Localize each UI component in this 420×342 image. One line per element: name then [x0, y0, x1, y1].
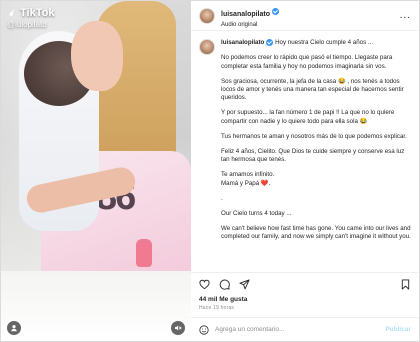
avatar[interactable]	[199, 7, 215, 24]
caption-username[interactable]: luisanalopilato	[221, 39, 264, 46]
comment-icon[interactable]	[219, 279, 230, 290]
tiktok-icon	[9, 9, 14, 16]
user-icon	[11, 325, 17, 332]
bottle-shape	[136, 239, 152, 267]
caption-verified-icon	[266, 39, 274, 46]
comment-bar: Agrega un comentario... Publicar	[191, 317, 419, 341]
caption-text: luisanalopilato Hoy nuestra Cielo cumple…	[221, 39, 411, 249]
caption-paragraph: No podemos creer lo rápido que pasó el t…	[221, 54, 393, 70]
emoji-icon[interactable]	[199, 324, 209, 335]
tiktok-watermark: TikTok @lulopilato	[7, 7, 54, 29]
face-shape	[71, 21, 123, 91]
header-username[interactable]: luisanalopilato	[221, 11, 270, 18]
post-media[interactable]: 86 TikTok @lulopilato	[1, 1, 191, 341]
tiktok-handle: @lulopilato	[7, 20, 47, 29]
caption-avatar[interactable]	[199, 39, 215, 55]
caption-paragraph: Hoy nuestra Cielo cumple 4 años ...	[275, 39, 374, 47]
caption-paragraph: Y por supuesto... la fan número 1 de pap…	[221, 109, 395, 125]
more-options-button[interactable]: ...	[400, 10, 411, 21]
caption-paragraph: Sos graciosa, ocurrente, la jefa de la c…	[221, 77, 404, 102]
tiktok-brand-label: TikTok	[20, 7, 55, 19]
audio-label[interactable]: Audio original	[221, 22, 279, 28]
heart-icon[interactable]	[199, 279, 210, 290]
verified-icon	[272, 8, 280, 16]
caption-paragraph: Our Cielo turns 4 today ...	[221, 209, 292, 217]
table-surface	[1, 271, 191, 341]
caption-paragraph: Te amamos infinito. Mamá y Papá ❤️.	[221, 171, 275, 187]
comment-input[interactable]: Agrega un comentario...	[215, 326, 379, 333]
header-text: luisanalopilato Audio original	[221, 3, 280, 28]
likes-count[interactable]: 44 mil Me gusta	[191, 296, 419, 303]
share-icon[interactable]	[239, 279, 250, 290]
action-bar	[191, 272, 419, 296]
caption-row: luisanalopilato Hoy nuestra Cielo cumple…	[199, 39, 411, 249]
speaker-muted-icon	[175, 325, 182, 331]
caption-paragraph: Feliz 4 años, Cielito. Que Dios te cuide…	[221, 147, 405, 164]
post-comment-button[interactable]: Publicar	[385, 326, 411, 333]
post-header: luisanalopilato Audio original ...	[191, 1, 419, 31]
caption-first-line: luisanalopilato Hoy nuestra Cielo cumple…	[221, 39, 411, 47]
caption-paragraph: .	[221, 194, 223, 202]
caption-paragraph: We can't believe how fast time has gone.…	[221, 225, 411, 241]
post-timestamp[interactable]: Hace 19 horas	[191, 303, 419, 317]
mute-button[interactable]	[171, 321, 185, 335]
instagram-post: 86 TikTok @lulopilato luisanalopilato Au…	[0, 0, 420, 342]
tiktok-brand: TikTok	[7, 7, 54, 19]
user-tags-button[interactable]	[7, 321, 21, 335]
bookmark-icon[interactable]	[400, 279, 411, 290]
caption-area: luisanalopilato Hoy nuestra Cielo cumple…	[191, 31, 419, 272]
caption-paragraph: Tus hermanos te aman y nosotros más de l…	[221, 132, 407, 140]
post-details: luisanalopilato Audio original ... luisa…	[191, 1, 419, 341]
